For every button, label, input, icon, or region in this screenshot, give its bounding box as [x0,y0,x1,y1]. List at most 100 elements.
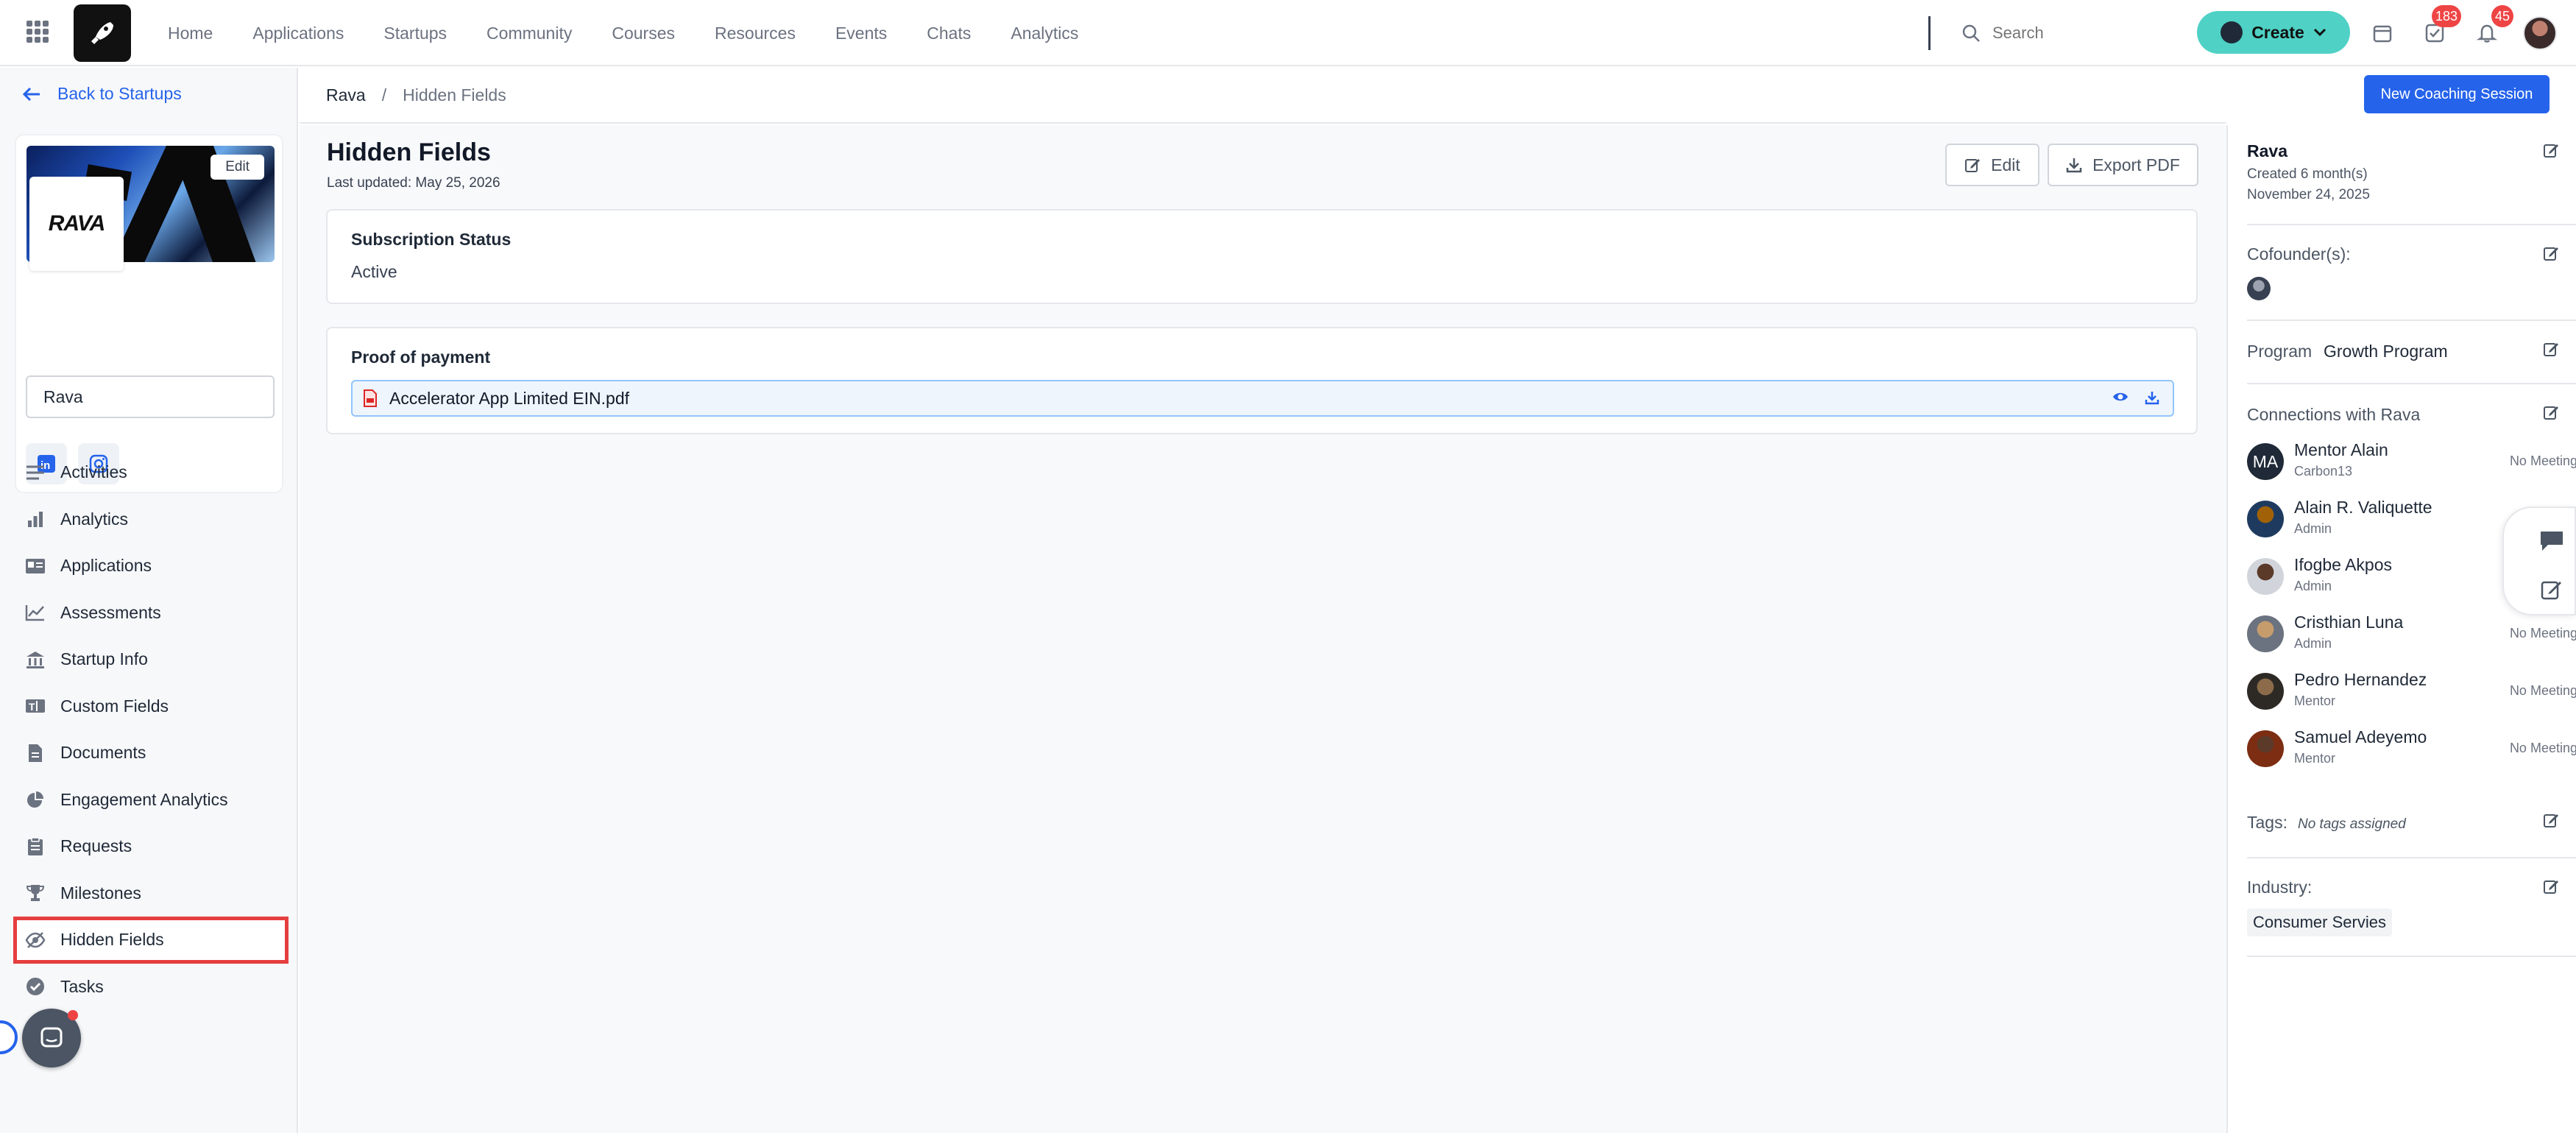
back-to-startups-link[interactable]: Back to Startups [22,84,182,104]
sidebar-item-startup-info[interactable]: Startup Info [15,636,287,683]
startup-logo: RAVA [29,177,124,271]
breadcrumb-current: Hidden Fields [403,85,506,105]
sidebar-item-tasks[interactable]: Tasks [15,964,287,1011]
connection-row[interactable]: Pedro Hernandez Mentor No Meeting [2247,668,2576,717]
sidebar-item-documents[interactable]: Documents [15,730,287,777]
attachment-file-name: Accelerator App Limited EIN.pdf [389,388,629,408]
download-icon [2066,158,2082,173]
tags-row: Tags: No tags assigned [2247,813,2406,833]
app-logo[interactable] [74,4,131,62]
pie-chart-icon [25,789,46,810]
user-avatar[interactable] [2523,16,2557,50]
created-date-text: November 24, 2025 [2247,187,2370,202]
startup-name-input[interactable] [26,375,275,418]
sidebar-item-milestones[interactable]: Milestones [15,870,287,917]
industry-tag: Consumer Servies [2247,908,2392,936]
nav-courses[interactable]: Courses [612,24,675,43]
startup-profile-card: Edit RAVA in [15,134,283,493]
sidebar-item-label: Assessments [60,602,161,622]
connection-row[interactable]: Cristhian Luna Admin No Meeting [2247,611,2576,660]
sidebar-item-label: Startup Info [60,649,148,669]
panel-startup-name: Rava [2247,141,2287,160]
list-icon [25,462,46,483]
sidebar-item-custom-fields[interactable]: T Custom Fields [15,683,287,730]
tasks-icon[interactable]: 183 [2420,5,2461,48]
sidebar-item-label: Activities [60,462,127,482]
nav-home[interactable]: Home [168,24,213,43]
avatar: MA [2247,443,2284,480]
cofounder-avatar[interactable] [2247,277,2271,300]
sidebar-item-engagement-analytics[interactable]: Engagement Analytics [15,777,287,824]
divider [2247,320,2576,321]
startup-menu: Activities Analytics Applications Assess… [13,449,289,1011]
connection-row[interactable]: MA Mentor Alain Carbon13 No Meeting [2247,439,2576,487]
sidebar-item-requests[interactable]: Requests [15,823,287,870]
edit-industry-icon[interactable] [2542,878,2560,895]
connection-role: Mentor [2294,751,2336,766]
sidebar-item-label: Engagement Analytics [60,789,228,809]
sidebar-item-activities[interactable]: Activities [15,449,287,496]
nav-analytics[interactable]: Analytics [1011,24,1078,43]
sidebar-item-label: Requests [60,836,132,856]
connection-name: Alain R. Valiquette [2294,498,2432,517]
nav-applications[interactable]: Applications [252,24,344,43]
edit-connections-icon[interactable] [2542,403,2560,421]
nav-community[interactable]: Community [486,24,572,43]
edit-button[interactable]: Edit [1945,144,2039,186]
nav-startups[interactable]: Startups [383,24,447,43]
breadcrumb: Rava / Hidden Fields [300,68,2226,124]
id-card-icon [25,556,46,576]
nav-divider [1928,16,1931,50]
nav-resources[interactable]: Resources [715,24,796,43]
bell-icon[interactable]: 45 [2472,5,2513,48]
search-input[interactable] [1992,24,2154,43]
breadcrumb-startup[interactable]: Rava [326,85,366,105]
cofounders-label: Cofounder(s): [2247,244,2351,264]
connection-name: Samuel Adeyemo [2294,727,2427,746]
new-coaching-session-button[interactable]: New Coaching Session [2364,75,2550,113]
breadcrumb-separator: / [381,85,387,105]
notifications-badge: 45 [2491,5,2513,27]
divider [2247,956,2576,957]
program-value: Growth Program [2324,342,2448,361]
sidebar-item-assessments[interactable]: Assessments [15,590,287,637]
export-pdf-label: Export PDF [2092,155,2180,174]
search-box[interactable] [1961,18,2182,49]
attachment-file-row[interactable]: Accelerator App Limited EIN.pdf [351,380,2174,417]
industry-label: Industry: [2247,878,2313,897]
avatar [2247,615,2284,652]
export-pdf-button[interactable]: Export PDF [2048,144,2198,186]
rocket-icon [2221,21,2243,43]
connection-row[interactable]: Samuel Adeyemo Mentor No Meeting [2247,726,2576,774]
comment-icon[interactable] [2539,530,2564,552]
last-updated-text: Last updated: May 25, 2026 [327,175,500,191]
nav-events[interactable]: Events [835,24,887,43]
nav-chats[interactable]: Chats [927,24,971,43]
sidebar-item-label: Tasks [60,976,104,996]
bank-icon [25,649,46,670]
connection-meeting-status: No Meeting [2509,453,2576,468]
compose-icon[interactable] [2541,579,2563,601]
calendar-icon[interactable] [2368,18,2397,48]
floating-tools-panel [2502,507,2576,615]
eye-slash-icon [25,930,46,950]
eye-icon[interactable] [2112,390,2129,403]
sidebar-item-hidden-fields[interactable]: Hidden Fields [13,917,289,964]
sidebar-item-applications[interactable]: Applications [15,543,287,590]
subscription-status-label: Subscription Status [351,230,512,249]
support-chat-button[interactable] [22,1009,81,1067]
cover-edit-button[interactable]: Edit [210,155,264,180]
trophy-icon [25,883,46,903]
edit-program-icon[interactable] [2542,340,2560,358]
edit-cofounders-icon[interactable] [2542,244,2560,262]
edit-name-icon[interactable] [2542,141,2560,159]
apps-grid-icon[interactable] [26,21,49,43]
create-button[interactable]: Create [2197,11,2350,54]
divider [2247,857,2576,858]
subscription-status-card: Subscription Status Active [326,209,2198,304]
edit-tags-icon[interactable] [2542,811,2560,829]
edit-icon [1965,159,1981,172]
sidebar-item-analytics[interactable]: Analytics [15,496,287,543]
download-icon[interactable] [2145,390,2159,405]
tags-value: No tags assigned [2297,816,2406,832]
